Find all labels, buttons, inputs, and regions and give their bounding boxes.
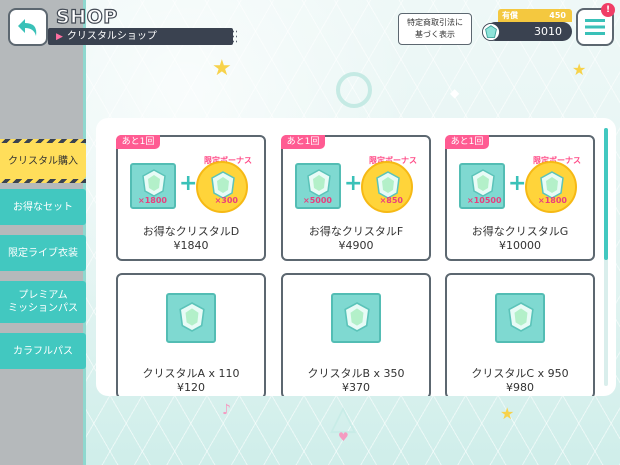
crystal-gem-icon (344, 302, 370, 332)
bonus-item: ×1800 (525, 161, 577, 213)
product-card[interactable]: クリスタルA x 110 ¥120 (116, 273, 266, 396)
crystal-item-box: ×1800 (130, 163, 176, 209)
crystal-gem-icon (540, 171, 564, 199)
crystal-item-box: ×10500 (459, 163, 505, 209)
commerce-law-button[interactable]: 特定商取引法に 基づく表示 (398, 13, 472, 45)
plus-icon: + (179, 171, 198, 196)
back-button[interactable] (8, 8, 48, 46)
crystal-gem-icon (211, 171, 235, 199)
play-triangle-icon: ▶ (56, 32, 63, 42)
star-deco-icon: ★ (572, 60, 587, 79)
crystal-item-box (166, 293, 216, 343)
product-name: クリスタルA x 110 (142, 367, 240, 380)
remaining-tag: あと1回 (445, 135, 489, 149)
product-price: ¥4900 (338, 239, 374, 252)
star-deco-icon: ★ (212, 56, 232, 81)
note-deco-icon: ♪ (222, 402, 231, 418)
product-name: クリスタルB x 350 (307, 367, 405, 380)
product-card[interactable]: クリスタルC x 950 ¥980 (445, 273, 595, 396)
ring-deco-icon (336, 72, 372, 108)
product-panel: あと1回 限定ボーナス ×1800 + ×300 お得なクリスタルD ¥1840… (96, 118, 616, 396)
crystal-gem-icon (376, 171, 400, 199)
product-name: クリスタルC x 950 (471, 367, 569, 380)
paid-value: 450 (549, 11, 566, 20)
bonus-item: ×850 (361, 161, 413, 213)
sidebar-item-colorful-pass[interactable]: カラフルパス (0, 333, 86, 369)
crystal-item-box (495, 293, 545, 343)
product-price: ¥1840 (173, 239, 209, 252)
star-deco-icon: ★ (500, 404, 515, 423)
product-name: お得なクリスタルG (471, 225, 569, 238)
crystal-gem-icon (179, 302, 205, 332)
crystal-wallet: 有償 450 3010 (480, 9, 572, 45)
product-price: ¥370 (342, 381, 370, 394)
page-subtitle: クリスタルショップ (66, 31, 157, 42)
heart-deco-icon: ♥ (338, 430, 349, 444)
page-title: SHOP (55, 5, 118, 28)
product-card[interactable]: あと1回 限定ボーナス ×5000 + ×850 お得なクリスタルF ¥4900 (281, 135, 431, 261)
sidebar-item-premium-mission-pass[interactable]: プレミアム ミッションパス (0, 281, 86, 323)
notification-badge: ! (601, 3, 615, 17)
product-card[interactable]: クリスタルB x 350 ¥370 (281, 273, 431, 396)
product-price: ¥120 (177, 381, 205, 394)
crystal-item-box (331, 293, 381, 343)
crystal-gem-icon (482, 23, 500, 41)
crystal-item-box: ×5000 (295, 163, 341, 209)
remaining-tag: あと1回 (281, 135, 325, 149)
back-arrow-icon (18, 19, 37, 36)
bonus-item: ×300 (196, 161, 248, 213)
product-name: お得なクリスタルF (308, 225, 404, 238)
crystal-gem-icon (142, 169, 166, 197)
sidebar-item-limited-costume[interactable]: 限定ライブ衣装 (0, 235, 86, 271)
bonus-quantity: ×850 (379, 196, 403, 205)
plus-icon: + (508, 171, 527, 196)
bonus-quantity: ×300 (214, 196, 238, 205)
crystal-gem-icon (508, 302, 534, 332)
product-price: ¥10000 (499, 239, 541, 252)
crystal-gem-icon (307, 169, 331, 197)
subtitle-dot-pattern (195, 29, 237, 44)
product-card[interactable]: あと1回 限定ボーナス ×1800 + ×300 お得なクリスタルD ¥1840 (116, 135, 266, 261)
diamond-deco-icon: ◆ (450, 86, 460, 100)
base-quantity: ×5000 (303, 196, 332, 205)
sidebar-item-value-set[interactable]: お得なセット (0, 189, 86, 225)
product-price: ¥980 (506, 381, 534, 394)
plus-icon: + (344, 171, 363, 196)
base-quantity: ×1800 (138, 196, 167, 205)
crystal-gem-icon (471, 169, 495, 197)
hamburger-menu-icon (585, 19, 605, 35)
sidebar-nav: クリスタル購入 お得なセット 限定ライブ衣装 プレミアム ミッションパス カラフ… (0, 139, 86, 379)
product-card[interactable]: あと1回 限定ボーナス ×10500 + ×1800 お得なクリスタルG ¥10… (445, 135, 595, 261)
sidebar-item-crystal-purchase[interactable]: クリスタル購入 (0, 139, 86, 183)
scrollbar-thumb[interactable] (604, 128, 608, 260)
remaining-tag: あと1回 (116, 135, 160, 149)
product-name: お得なクリスタルD (142, 225, 240, 238)
paid-crystal-bar: 有償 450 (498, 9, 572, 22)
bonus-quantity: ×1800 (538, 196, 567, 205)
paid-label: 有償 (502, 11, 518, 20)
base-quantity: ×10500 (467, 196, 502, 205)
